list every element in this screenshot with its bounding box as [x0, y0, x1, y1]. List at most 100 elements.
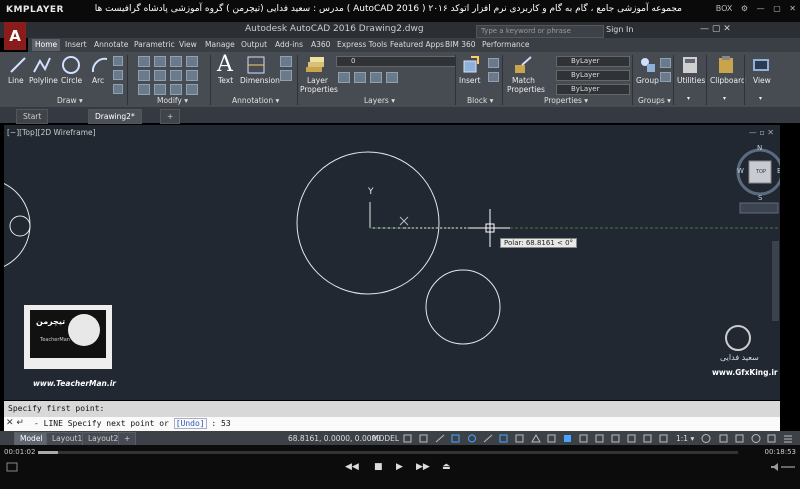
text-icon[interactable]: A — [217, 52, 233, 77]
search-input[interactable]: Type a keyword or phrase — [476, 25, 604, 38]
match-properties-icon[interactable] — [512, 55, 534, 75]
tab-featured-apps[interactable]: Featured Apps — [387, 39, 447, 51]
close-icon[interactable]: ✕ — [789, 4, 796, 13]
clipboard-icon[interactable] — [716, 55, 736, 75]
modify-panel-label[interactable]: Modify ▾ — [157, 96, 188, 105]
tab-a360[interactable]: A360 — [308, 39, 333, 51]
status-right-icons[interactable] — [700, 433, 796, 444]
move-icon[interactable] — [138, 56, 150, 67]
view-expand-icon[interactable]: ▾ — [759, 95, 762, 102]
view-icon[interactable] — [751, 55, 771, 75]
circle-entity-left[interactable] — [4, 179, 31, 271]
lineweight-dropdown[interactable]: ByLayer — [556, 84, 630, 95]
minimize-icon[interactable]: — — [757, 4, 765, 13]
layer-properties-label-2[interactable]: Properties — [300, 85, 338, 94]
seek-bar[interactable] — [38, 451, 738, 454]
viewcube-s[interactable]: S — [758, 194, 762, 202]
circle-icon[interactable] — [61, 55, 81, 75]
model-space-button[interactable]: MODEL — [372, 434, 399, 443]
stretch-icon[interactable] — [138, 84, 150, 95]
viewcube-n[interactable]: N — [757, 144, 762, 152]
array-icon[interactable] — [170, 84, 182, 95]
eject-button[interactable]: ⏏ — [442, 462, 451, 472]
tab-insert[interactable]: Insert — [62, 39, 90, 51]
tab-bim-360[interactable]: BIM 360 — [442, 39, 479, 51]
layer-properties-label-1[interactable]: Layer — [307, 76, 328, 85]
match-properties-label-1[interactable]: Match — [512, 76, 535, 85]
gear-icon[interactable]: ⚙ — [741, 4, 748, 13]
layer-match-icon[interactable] — [370, 72, 382, 83]
player-window-buttons[interactable]: BOX ⚙ — ▢ ✕ — [710, 4, 796, 13]
clipboard-expand-icon[interactable]: ▾ — [723, 95, 726, 102]
text-tool-label[interactable]: Text — [218, 76, 233, 85]
insert-tool-label[interactable]: Insert — [459, 76, 481, 85]
polyline-tool-label[interactable]: Polyline — [29, 76, 58, 85]
table-icon[interactable] — [280, 70, 292, 81]
view-tool-label[interactable]: View — [753, 76, 771, 85]
box-button[interactable]: BOX — [716, 4, 733, 13]
coordinates-readout[interactable]: 68.8161, 0.0000, 0.0000 — [288, 434, 381, 443]
group-icon[interactable] — [638, 55, 658, 75]
dimension-icon[interactable] — [246, 55, 266, 75]
draw-panel-label[interactable]: Draw ▾ — [57, 96, 83, 105]
layer-previous-icon[interactable] — [386, 72, 398, 83]
application-menu-button[interactable]: A — [4, 22, 26, 50]
insert-block-icon[interactable] — [461, 55, 481, 75]
viewcube-top-label[interactable]: TOP — [756, 169, 766, 175]
groups-panel-label[interactable]: Groups ▾ — [638, 96, 671, 105]
status-toggles[interactable] — [402, 433, 672, 444]
undo-option[interactable]: [Undo] — [173, 418, 207, 429]
fillet-icon[interactable] — [170, 70, 182, 81]
edit-block-icon[interactable] — [488, 72, 499, 82]
rotate-icon[interactable] — [154, 56, 166, 67]
viewport-controls-label[interactable]: [−][Top][2D Wireframe] — [7, 128, 96, 137]
new-layout-button[interactable]: + — [118, 432, 137, 446]
viewport-window-controls[interactable]: — ▫ ✕ — [749, 128, 774, 137]
circle-entity-medium[interactable] — [425, 269, 501, 345]
create-block-icon[interactable] — [488, 58, 499, 68]
linetype-dropdown[interactable]: ByLayer — [556, 70, 630, 81]
command-line[interactable]: - LINE Specify next point or [Undo] : 53 — [4, 417, 780, 431]
polyline-icon[interactable] — [32, 55, 52, 75]
arc-tool-label[interactable]: Arc — [92, 76, 104, 85]
color-dropdown[interactable]: ByLayer — [556, 56, 630, 67]
tab-parametric[interactable]: Parametric — [131, 39, 178, 51]
navigation-bar[interactable] — [772, 241, 779, 321]
circle-entity-large[interactable] — [296, 151, 440, 295]
file-tab-drawing2[interactable]: Drawing2* — [88, 109, 142, 124]
forward-button[interactable]: ▶▶ — [416, 462, 430, 472]
utilities-tool-label[interactable]: Utilities — [677, 76, 705, 85]
layer-freeze-icon[interactable] — [338, 72, 350, 83]
arc-icon[interactable] — [90, 55, 110, 75]
layer-dropdown[interactable]: 0 — [336, 56, 456, 67]
copy-icon[interactable] — [138, 70, 150, 81]
tab-performance[interactable]: Performance — [479, 39, 533, 51]
erase-icon[interactable] — [186, 56, 198, 67]
tab-output[interactable]: Output — [238, 39, 270, 51]
gradient-icon[interactable] — [113, 84, 123, 94]
offset-icon[interactable] — [186, 84, 198, 95]
mirror-icon[interactable] — [154, 70, 166, 81]
line-icon[interactable] — [8, 55, 28, 75]
circle-entity-small[interactable] — [9, 215, 31, 237]
hatch-icon[interactable] — [113, 70, 123, 80]
volume-icon[interactable] — [770, 462, 796, 472]
utilities-expand-icon[interactable]: ▾ — [687, 95, 690, 102]
tab-express-tools[interactable]: Express Tools — [334, 39, 390, 51]
tab-home[interactable]: Home — [32, 39, 61, 51]
clipboard-tool-label[interactable]: Clipboard — [710, 76, 746, 85]
tab-annotate[interactable]: Annotate — [91, 39, 131, 51]
circle-tool-label[interactable]: Circle — [61, 76, 82, 85]
layers-panel-label[interactable]: Layers ▾ — [364, 96, 395, 105]
block-panel-label[interactable]: Block ▾ — [467, 96, 493, 105]
viewcube-w[interactable]: W — [737, 167, 744, 175]
properties-panel-label[interactable]: Properties ▾ — [544, 96, 588, 105]
layer-properties-icon[interactable] — [304, 55, 326, 75]
multileader-icon[interactable] — [280, 56, 292, 67]
layout-tab-model[interactable]: Model — [14, 432, 49, 446]
annotation-scale[interactable]: 1:1 ▾ — [676, 434, 694, 443]
layer-lock-icon[interactable] — [354, 72, 366, 83]
stop-button[interactable]: ■ — [374, 462, 383, 472]
ucs-menu[interactable] — [739, 202, 779, 214]
viewcube-e[interactable]: E — [777, 167, 780, 175]
